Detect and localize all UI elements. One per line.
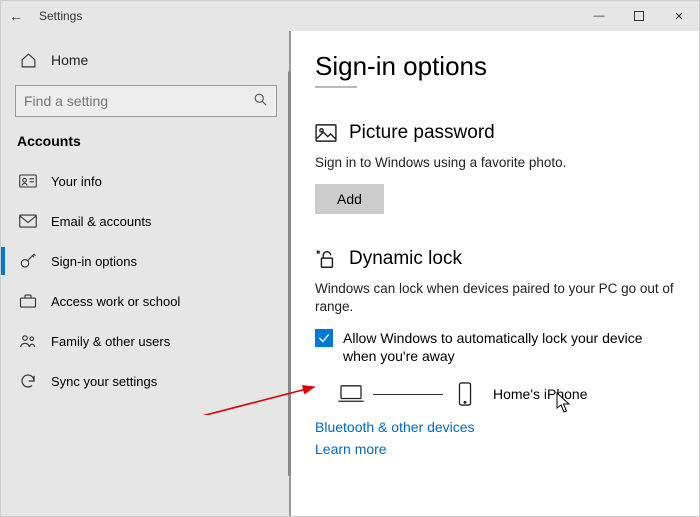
sidebar-item-label: Access work or school [51, 294, 180, 309]
bluetooth-devices-link[interactable]: Bluetooth & other devices [315, 419, 675, 435]
learn-more-link[interactable]: Learn more [315, 441, 675, 457]
picture-password-desc: Sign in to Windows using a favorite phot… [315, 154, 675, 172]
add-button[interactable]: Add [315, 184, 384, 214]
window-title: Settings [31, 9, 82, 23]
search-icon [253, 92, 268, 110]
picture-password-header: Picture password [315, 122, 675, 144]
titlebar: ← Settings ― ✕ [1, 1, 699, 31]
auto-lock-checkbox-row[interactable]: Allow Windows to automatically lock your… [315, 329, 675, 365]
sidebar: Home Accounts Your info Email & acco [1, 31, 291, 516]
laptop-icon [337, 383, 365, 405]
mail-icon [19, 212, 37, 230]
auto-lock-checkbox-label: Allow Windows to automatically lock your… [343, 329, 665, 365]
person-card-icon [19, 172, 37, 190]
sidebar-item-email-accounts[interactable]: Email & accounts [15, 201, 277, 241]
page-title: Sign-in options [315, 51, 675, 82]
sidebar-category: Accounts [17, 133, 277, 149]
dynamic-lock-desc: Windows can lock when devices paired to … [315, 280, 675, 316]
search-box[interactable] [15, 85, 277, 117]
connection-line-icon [373, 394, 443, 395]
sidebar-home-label: Home [51, 52, 88, 68]
paired-device-row: Home's iPhone [315, 383, 675, 405]
sidebar-item-label: Family & other users [51, 334, 170, 349]
paired-device-name: Home's iPhone [493, 386, 588, 402]
sidebar-home[interactable]: Home [15, 41, 277, 79]
title-underline [315, 86, 357, 88]
sidebar-item-your-info[interactable]: Your info [15, 161, 277, 201]
picture-password-title: Picture password [349, 122, 495, 144]
checkbox-checked-icon[interactable] [315, 329, 333, 347]
maximize-button[interactable] [619, 1, 659, 31]
dynamic-lock-title: Dynamic lock [349, 248, 462, 270]
key-icon [19, 252, 37, 270]
sidebar-item-sync-settings[interactable]: Sync your settings [15, 361, 277, 401]
sidebar-item-label: Email & accounts [51, 214, 151, 229]
dynamic-lock-header: Dynamic lock [315, 248, 675, 270]
minimize-button[interactable]: ― [579, 1, 619, 31]
sidebar-item-access-work-school[interactable]: Access work or school [15, 281, 277, 321]
back-button[interactable]: ← [1, 8, 31, 24]
sidebar-item-label: Sync your settings [51, 374, 157, 389]
search-input[interactable] [24, 93, 253, 109]
sidebar-item-label: Sign-in options [51, 254, 137, 269]
sidebar-item-family-other-users[interactable]: Family & other users [15, 321, 277, 361]
content-pane: Sign-in options Picture password Sign in… [291, 31, 699, 516]
picture-icon [315, 122, 337, 144]
home-icon [19, 51, 37, 69]
sidebar-item-sign-in-options[interactable]: Sign-in options [15, 241, 277, 281]
sync-icon [19, 372, 37, 390]
close-button[interactable]: ✕ [659, 1, 699, 31]
briefcase-icon [19, 292, 37, 310]
phone-icon [451, 383, 479, 405]
dynamic-lock-icon [315, 248, 337, 270]
sidebar-item-label: Your info [51, 174, 102, 189]
people-icon [19, 332, 37, 350]
